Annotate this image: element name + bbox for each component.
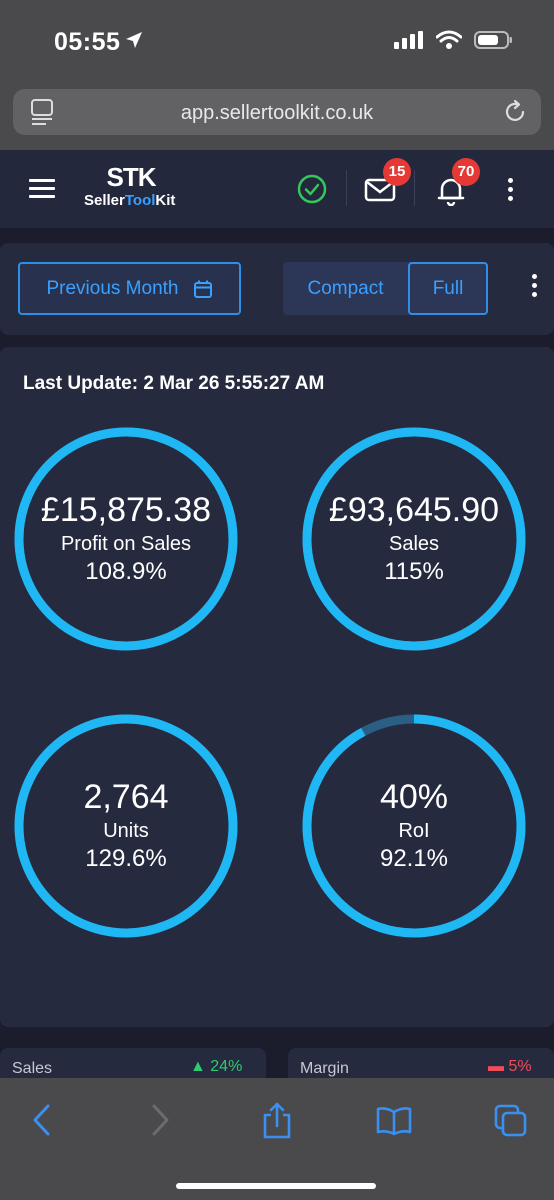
share-icon[interactable] xyxy=(262,1102,292,1140)
full-view-button[interactable]: Full xyxy=(408,262,488,315)
sales-ring[interactable]: £93,645.90 Sales 115% xyxy=(300,425,528,653)
roi-percent: 92.1% xyxy=(379,845,449,872)
units-ring[interactable]: 2,764 Units 129.6% xyxy=(12,712,240,940)
menu-icon[interactable] xyxy=(29,179,55,199)
margin-summary-change: ▬ 5% xyxy=(488,1058,532,1075)
home-indicator xyxy=(176,1183,376,1189)
header-divider xyxy=(414,170,415,206)
roi-ring[interactable]: 40% RoI 92.1% xyxy=(300,712,528,940)
stats-card: Last Update: 2 Mar 26 5:55:27 AM £15,875… xyxy=(0,347,554,1027)
profit-label: Profit on Sales xyxy=(60,533,192,555)
calendar-icon xyxy=(193,280,212,298)
status-indicators xyxy=(394,30,514,50)
url-text[interactable]: app.sellertoolkit.co.uk xyxy=(13,102,541,125)
check-circle-icon[interactable] xyxy=(297,174,327,204)
margin-summary-label: Margin xyxy=(300,1060,349,1077)
sales-summary-label: Sales xyxy=(12,1060,53,1077)
sales-percent: 115% xyxy=(384,558,444,585)
browser-toolbar xyxy=(0,1078,554,1200)
header-divider xyxy=(346,170,347,206)
profit-percent: 108.9% xyxy=(85,558,167,585)
period-selector-button[interactable]: Previous Month xyxy=(18,262,241,315)
profit-value: £15,875.38 xyxy=(40,491,212,529)
back-icon[interactable] xyxy=(30,1102,52,1138)
address-bar[interactable]: app.sellertoolkit.co.uk xyxy=(13,89,541,135)
units-percent: 129.6% xyxy=(85,845,167,872)
logo-text: SellerToolKit xyxy=(84,192,176,209)
forward-icon[interactable] xyxy=(150,1102,172,1138)
wifi-icon xyxy=(436,30,462,49)
mail-badge: 15 xyxy=(383,158,411,186)
sales-summary-change: ▲ 24% xyxy=(190,1058,243,1075)
roi-label: RoI xyxy=(398,820,430,842)
status-bar: 05:55 xyxy=(0,0,554,84)
status-time: 05:55 xyxy=(54,28,121,56)
units-value: 2,764 xyxy=(83,778,169,816)
compact-view-button[interactable]: Compact xyxy=(283,262,408,315)
notifications-badge: 70 xyxy=(452,158,480,186)
location-arrow-icon xyxy=(126,32,142,48)
profit-ring[interactable]: £15,875.38 Profit on Sales 108.9% xyxy=(12,425,240,653)
reload-icon[interactable] xyxy=(502,99,528,125)
cellular-signal-icon xyxy=(394,31,423,49)
bookmarks-icon[interactable] xyxy=(376,1106,412,1136)
browser-address-area: app.sellertoolkit.co.uk xyxy=(0,84,554,150)
toolbar-more-icon[interactable] xyxy=(532,274,537,301)
sales-value: £93,645.90 xyxy=(328,491,500,529)
last-update: Last Update: 2 Mar 26 5:55:27 AM xyxy=(23,373,325,394)
logo[interactable]: STK SellerToolKit xyxy=(84,164,184,209)
units-label: Units xyxy=(103,820,149,842)
toolbar-card: Previous Month Compact Full xyxy=(0,243,554,335)
sales-label: Sales xyxy=(388,533,440,555)
more-options-icon[interactable] xyxy=(508,178,513,205)
period-label: Previous Month xyxy=(46,277,179,299)
tabs-icon[interactable] xyxy=(494,1104,528,1138)
roi-value: 40% xyxy=(379,778,449,816)
view-toggle: Compact Full xyxy=(283,262,488,315)
battery-icon xyxy=(474,31,512,49)
logo-mark: STK xyxy=(106,162,157,192)
